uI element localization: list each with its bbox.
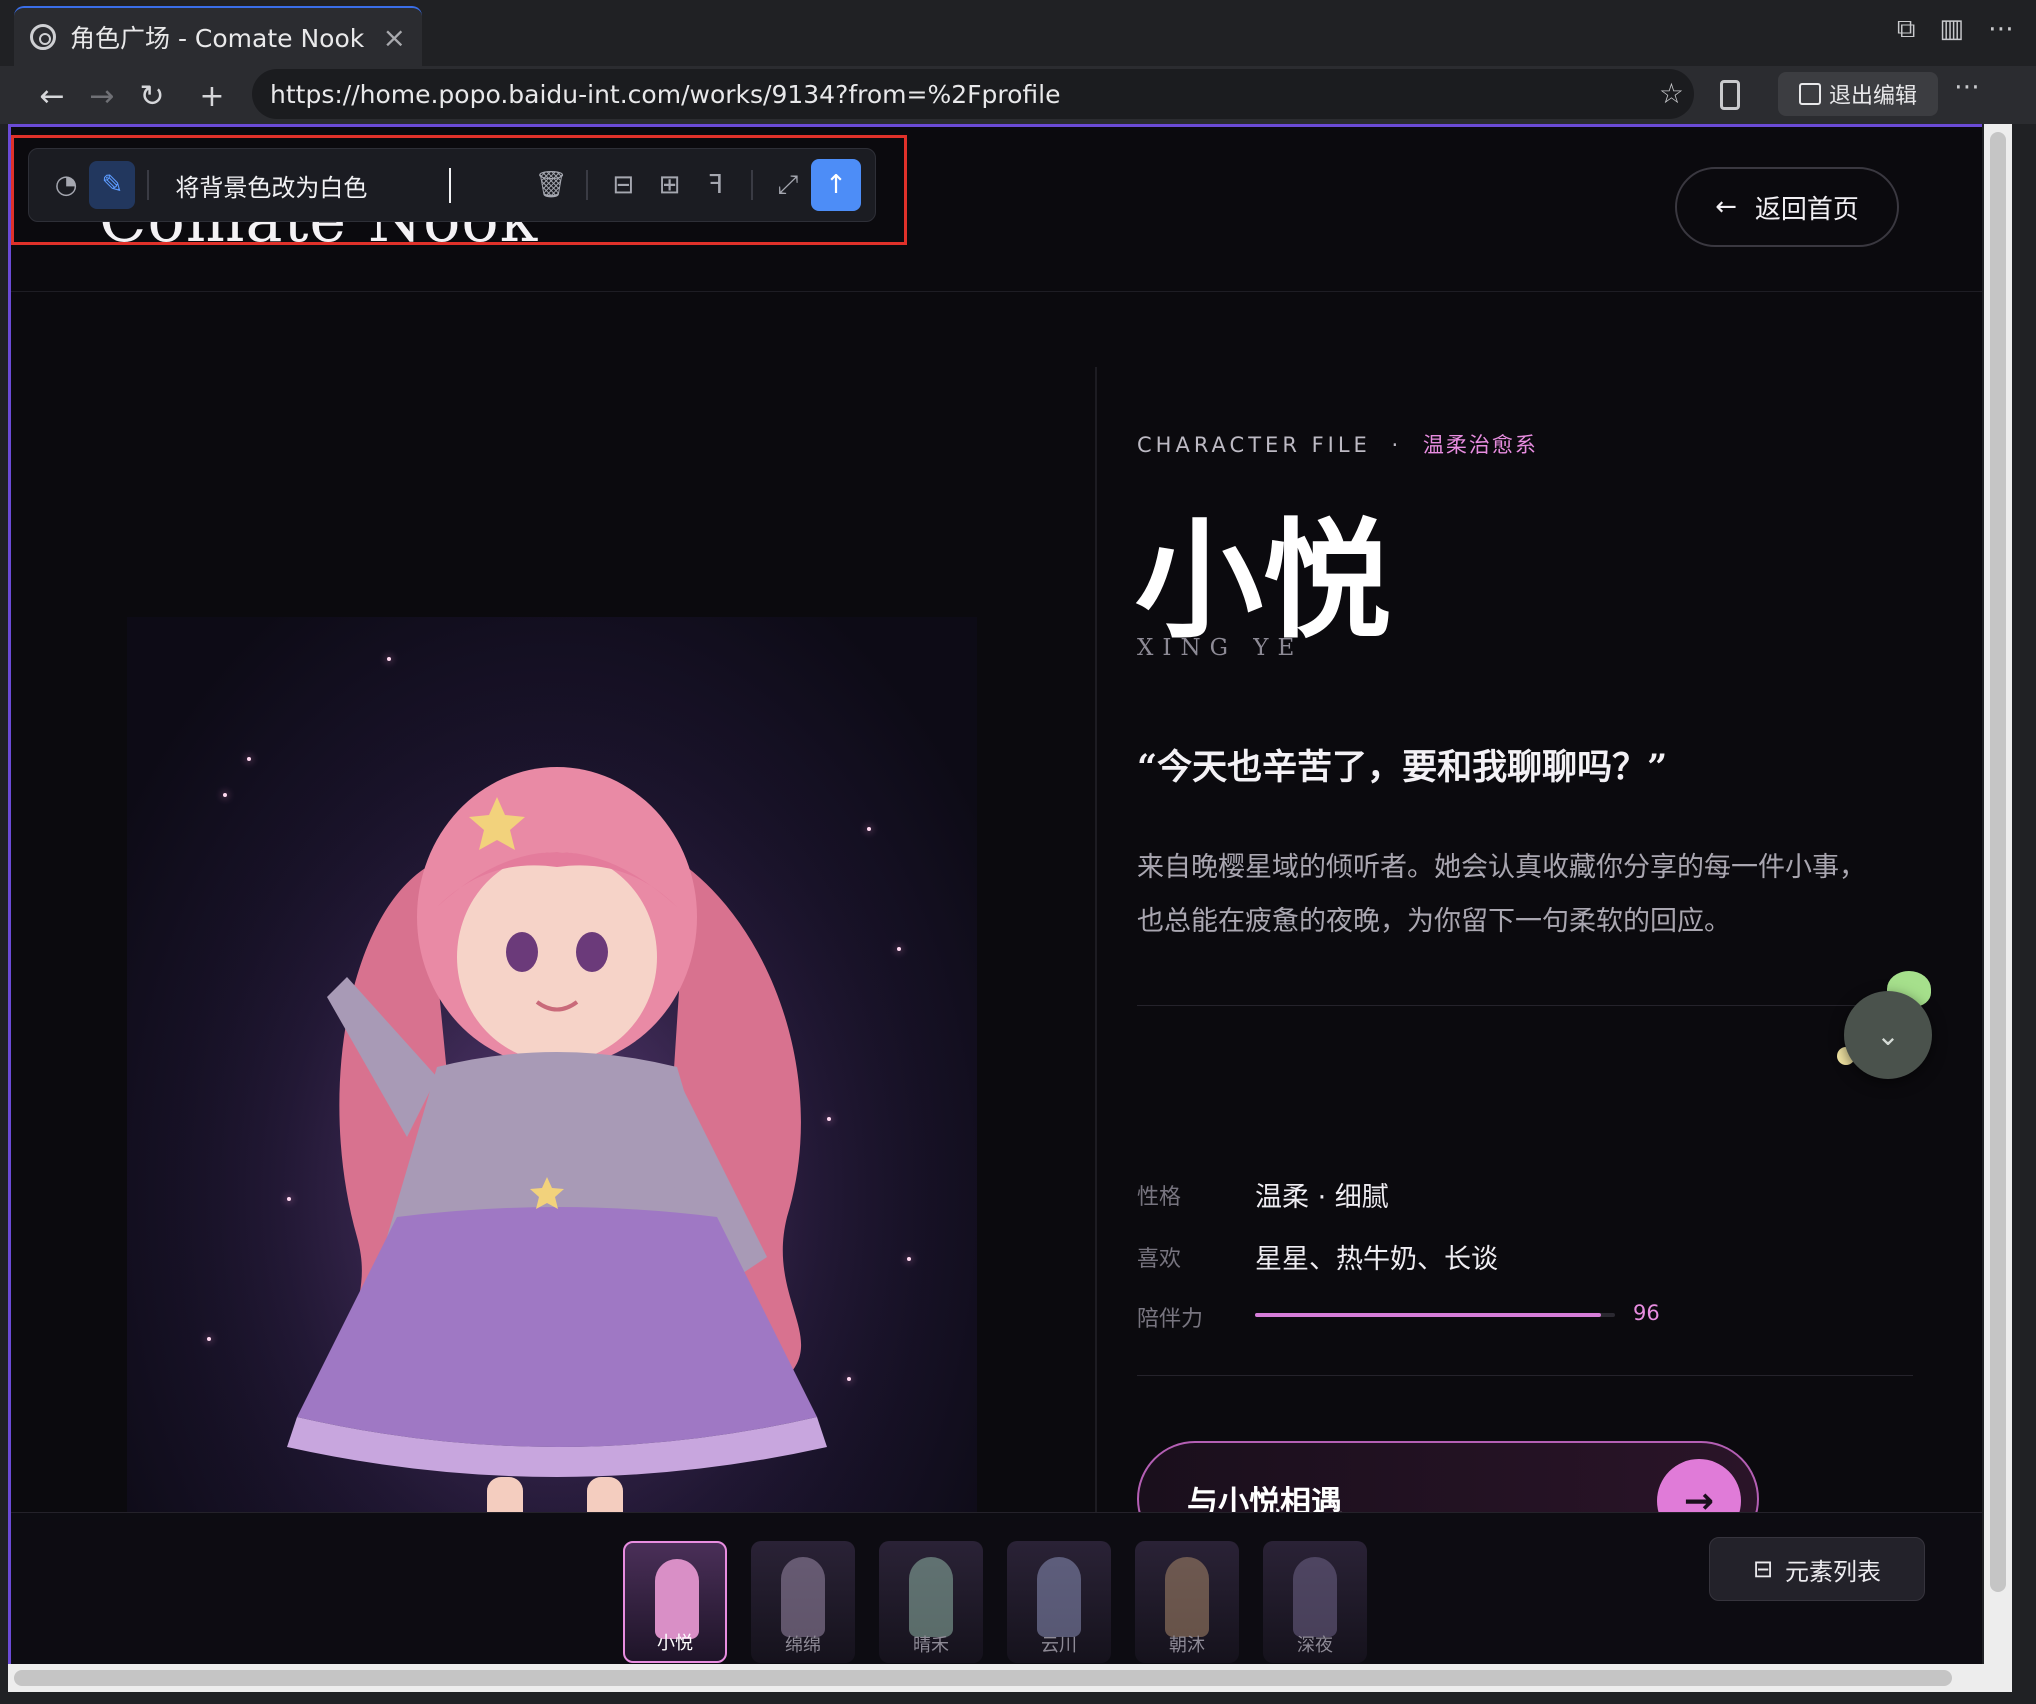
personality-value: 温柔 · 细腻 [1255,1182,1389,1213]
tab-title: 角色广场 - Comate Nook [70,24,365,53]
toolbar-divider [147,170,150,200]
edit-prompt-input[interactable]: 将背景色改为白色 [161,167,451,203]
thumbnail-figure [781,1557,825,1637]
url-text: https://home.popo.baidu-int.com/works/91… [270,79,1061,109]
character-thumbnail[interactable]: 晴禾 [879,1541,983,1663]
delete-trash-icon[interactable]: 🗑 [528,161,574,209]
element-list-button[interactable]: ⊟ 元素列表 [1709,1537,1925,1601]
category-label: 温柔治愈系 [1422,433,1538,457]
reload-icon[interactable]: ↻ [132,76,172,116]
companionship-bar [1255,1313,1615,1317]
window-controls: ⧉ ▥ ⋯ [1897,14,2014,45]
character-thumbnail[interactable]: 绵绵 [751,1541,855,1663]
exit-edit-button[interactable]: 退出编辑 [1778,72,1938,116]
element-edit-toolbar: ◔ ✎ 将背景色改为白色 🗑 ⊟ ⊞ ꟻ ⤢ ↑ [28,148,876,222]
left-arrow-icon: ← [1715,192,1737,222]
selected-element-outline: ◔ ✎ 将背景色改为白色 🗑 ⊟ ⊞ ꟻ ⤢ ↑ [11,135,907,245]
thumbnail-figure [1037,1557,1081,1637]
description-line-2: 也总能在疲惫的夜晚，为你留下一句柔软的回应。 [1137,906,1731,937]
expand-icon[interactable]: ⤢ [765,161,811,209]
chrome-icon [30,24,56,50]
layers-icon: ⊟ [1752,1555,1774,1583]
palette-icon[interactable]: ◔ [43,161,89,209]
toolbar-more-icon[interactable]: ⋯ [1954,72,1980,102]
character-description: 来自晚樱星域的倾听者。她会认真收藏你分享的每一件小事， 也总能在疲惫的夜晚，为你… [1137,841,1897,949]
character-pinyin: XING YE [1137,635,1304,661]
more-menu-icon[interactable]: ⋯ [1988,14,2014,45]
character-strip: 小悦 绵绵 晴禾 云川 朝沐 深夜 ⊟ 元素列表 [11,1512,1982,1664]
new-tab-icon[interactable]: + [192,76,232,116]
thumbnail-label: 小悦 [657,1633,693,1654]
edit-pencil-icon[interactable]: ✎ [89,161,136,209]
vertical-scroll-thumb[interactable] [1990,132,2006,1592]
character-thumbnail[interactable]: 小悦 [623,1541,727,1663]
character-thumbnail[interactable]: 朝沐 [1135,1541,1239,1663]
description-line-1: 来自晚樱星域的倾听者。她会认真收藏你分享的每一件小事， [1137,852,1866,883]
exit-edit-label: 退出编辑 [1828,84,1917,109]
column-divider [1095,367,1097,1664]
back-home-button[interactable]: ← 返回首页 [1675,167,1899,247]
thumbnail-label: 深夜 [1297,1635,1333,1656]
character-portrait [127,617,977,1664]
thumbnail-label: 绵绵 [785,1635,821,1656]
bookmark-star-icon[interactable]: ☆ [1659,77,1684,110]
thumbnail-label: 朝沐 [1169,1635,1205,1656]
exit-icon [1798,83,1821,105]
address-bar[interactable]: https://home.popo.baidu-int.com/works/91… [252,69,1694,119]
character-file-tag: CHARACTER FILE · 温柔治愈系 [1137,429,1538,459]
horizontal-scroll-thumb[interactable] [14,1670,1952,1686]
extensions-icon[interactable]: ⧉ [1897,14,1916,45]
forward-arrow-icon[interactable]: → [82,76,122,116]
tag-separator: · [1391,433,1403,457]
thumbnail-label: 晴禾 [913,1635,949,1656]
companionship-value: 96 [1633,1301,1660,1325]
likes-value: 星星、热牛奶、长谈 [1255,1244,1498,1275]
character-quote: “今天也辛苦了，要和我聊聊吗？” [1137,747,1668,788]
thumbnail-figure [655,1559,699,1639]
browser-toolbar: ← → ↻ + https://home.popo.baidu-int.com/… [0,66,2036,124]
add-element-icon[interactable]: ⊞ [646,161,692,209]
thumbnail-figure [1165,1557,1209,1637]
thumbnail-figure [909,1557,953,1637]
likes-label: 喜欢 [1137,1247,1182,1272]
thumbnail-label: 云川 [1041,1635,1077,1656]
browser-window: 角色广场 - Comate Nook × ⧉ ▥ ⋯ ← → ↻ + https… [0,0,2036,1704]
personality-label: 性格 [1137,1185,1182,1210]
page-viewport: Comate Nook ← 返回首页 ◔ ✎ 将背景色改为白色 🗑 ⊟ ⊞ ꟻ … [8,124,1982,1664]
section-divider [1137,1375,1913,1376]
section-divider [1137,1005,1913,1006]
vertical-scrollbar[interactable] [1984,124,2012,1664]
toolbar-divider [586,170,589,200]
character-thumbnail[interactable]: 深夜 [1263,1541,1367,1663]
tab-strip: 角色广场 - Comate Nook × ⧉ ▥ ⋯ [0,0,2036,66]
scroll-down-chevron-icon[interactable]: ⌄ [1844,991,1932,1079]
send-arrow-up-icon[interactable]: ↑ [810,159,862,211]
companionship-bar-fill [1255,1313,1601,1317]
mobile-preview-icon[interactable] [1720,80,1740,110]
companionship-label: 陪伴力 [1137,1307,1204,1332]
close-tab-icon[interactable]: × [383,21,406,54]
toolbar-divider [750,170,753,200]
layers-icon[interactable]: ⊟ [600,161,646,209]
tab-active[interactable]: 角色广场 - Comate Nook × [14,6,422,66]
thumbnail-figure [1293,1557,1337,1637]
back-home-label: 返回首页 [1754,194,1859,225]
back-arrow-icon[interactable]: ← [32,76,72,116]
figma-icon[interactable]: ꟻ [693,161,739,209]
character-thumbnail[interactable]: 云川 [1007,1541,1111,1663]
file-tag-label: CHARACTER FILE [1137,433,1371,457]
character-illustration [127,617,977,1664]
horizontal-scrollbar[interactable] [8,1664,2012,1692]
split-view-icon[interactable]: ▥ [1939,14,1964,45]
element-list-label: 元素列表 [1785,1557,1882,1586]
